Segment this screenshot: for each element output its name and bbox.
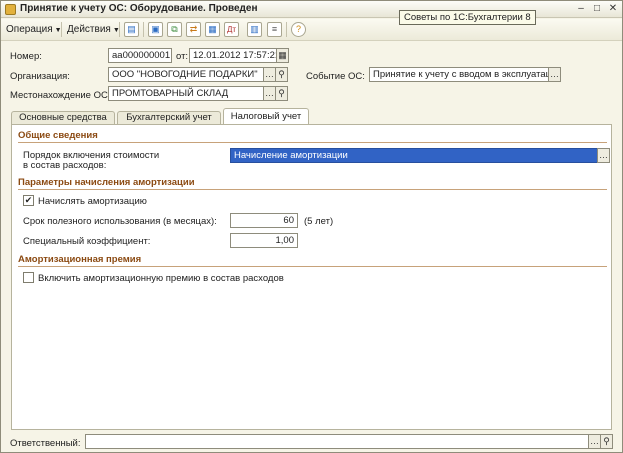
actions-menu[interactable]: Действия ▼ <box>67 24 120 35</box>
print-icon[interactable]: ▥ <box>247 22 262 37</box>
window-title: Принятие к учету ОС: Оборудование. Прове… <box>20 3 258 14</box>
save-icon[interactable]: ▣ <box>148 22 163 37</box>
date-field[interactable]: 12.01.2012 17:57:21 <box>189 48 277 63</box>
number-label: Номер: <box>10 51 42 62</box>
useful-life-label: Срок полезного использования (в месяцах)… <box>23 216 217 227</box>
toolbar-divider <box>119 22 120 37</box>
general-section-title: Общие сведения <box>18 130 98 141</box>
structure-icon[interactable]: ▦ <box>205 22 220 37</box>
movements-icon[interactable]: ⇄ <box>186 22 201 37</box>
copy-icon[interactable]: ⧉ <box>167 22 182 37</box>
dt-kt-icon[interactable]: Дт <box>224 22 239 37</box>
section-divider <box>18 142 607 143</box>
search-icon[interactable]: ⚲ <box>275 67 288 82</box>
select-button[interactable]: … <box>548 67 561 82</box>
event-label: Событие ОС: <box>306 71 365 82</box>
tab-fixed-assets[interactable]: Основные средства <box>11 111 115 125</box>
useful-life-field[interactable]: 60 <box>230 213 298 228</box>
bonus-section-title: Амортизационная премия <box>18 254 142 265</box>
document-window: Принятие к учету ОС: Оборудование. Прове… <box>0 0 623 453</box>
event-field[interactable]: Принятие к учету с вводом в эксплуатац <box>369 67 549 82</box>
help-icon[interactable]: ? <box>291 22 306 37</box>
operation-menu[interactable]: Операция ▼ <box>6 24 62 35</box>
special-coefficient-field[interactable]: 1,00 <box>230 233 298 248</box>
responsible-field[interactable] <box>85 434 589 449</box>
maximize-icon[interactable]: □ <box>591 4 603 15</box>
location-label: Местонахождение ОС: <box>10 90 111 101</box>
post-document-icon[interactable]: ▤ <box>124 22 139 37</box>
actions-menu-label: Действия <box>67 24 111 35</box>
toolbar-divider <box>286 22 287 37</box>
expense-order-label-2: в состав расходов: <box>23 160 107 171</box>
useful-life-years: (5 лет) <box>304 216 334 227</box>
number-field[interactable]: аа000000001 <box>108 48 172 63</box>
section-divider <box>18 266 607 267</box>
accrue-depreciation-checkbox[interactable]: ✔ <box>23 195 34 206</box>
organization-label: Организация: <box>10 71 70 82</box>
date-label: от: <box>176 51 189 62</box>
accrue-depreciation-label: Начислять амортизацию <box>38 196 147 207</box>
close-icon[interactable]: ✕ <box>607 4 619 15</box>
toolbar-divider <box>61 22 62 37</box>
list-icon[interactable]: ≡ <box>267 22 282 37</box>
tab-accounting[interactable]: Бухгалтерский учет <box>117 111 221 125</box>
minimize-icon[interactable]: – <box>575 4 587 15</box>
section-divider <box>18 189 607 190</box>
calendar-icon[interactable]: ▦ <box>276 48 289 63</box>
tooltip: Советы по 1С:Бухгалтерии 8 <box>399 10 536 25</box>
toolbar-divider <box>143 22 144 37</box>
depreciation-section-title: Параметры начисления амортизации <box>18 177 195 188</box>
app-icon <box>5 4 16 15</box>
search-icon[interactable]: ⚲ <box>275 86 288 101</box>
select-button[interactable]: … <box>597 148 610 163</box>
operation-menu-label: Операция <box>6 24 53 35</box>
tax-accounting-panel: Общие сведения Порядок включения стоимос… <box>11 124 612 430</box>
bonus-label: Включить амортизационную премию в состав… <box>38 273 284 284</box>
location-field[interactable]: ПРОМТОВАРНЫЙ СКЛАД <box>108 86 264 101</box>
expense-order-field[interactable]: Начисление амортизации <box>230 148 598 163</box>
organization-field[interactable]: ООО "НОВОГОДНИЕ ПОДАРКИ" <box>108 67 264 82</box>
responsible-label: Ответственный: <box>10 438 81 449</box>
bonus-checkbox[interactable] <box>23 272 34 283</box>
search-icon[interactable]: ⚲ <box>600 434 613 449</box>
special-coefficient-label: Специальный коэффициент: <box>23 236 151 247</box>
